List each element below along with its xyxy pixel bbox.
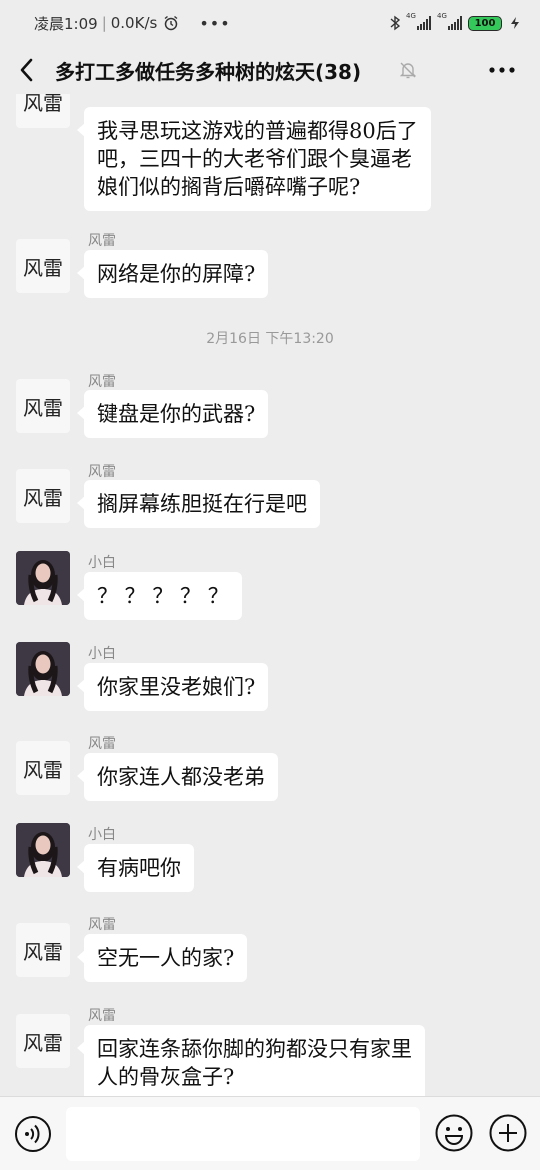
message-text-line: 搁屏幕练胆挺在行是吧 bbox=[97, 492, 307, 516]
sender-name: 风雷 bbox=[88, 464, 116, 480]
message-bubble[interactable]: 空无一人的家? bbox=[76, 934, 248, 982]
network-speed: 0.0K/s bbox=[110, 14, 158, 32]
input-bar bbox=[0, 1096, 540, 1170]
svg-text:风雷: 风雷 bbox=[23, 256, 63, 280]
sim2-label: 4G bbox=[437, 12, 447, 20]
charging-icon bbox=[511, 17, 519, 29]
sender-name: 小白 bbox=[88, 646, 116, 662]
status-time: 凌晨1:09 bbox=[34, 14, 98, 33]
timestamp: 2月16日 下午13:20 bbox=[206, 331, 334, 347]
sender-name: 风雷 bbox=[88, 233, 116, 249]
status-bar: 凌晨1:09 | 0.0K/s ••• 4G 4G 100 bbox=[0, 0, 540, 46]
svg-text:风雷: 风雷 bbox=[23, 396, 63, 420]
svg-text:风雷: 风雷 bbox=[23, 486, 63, 510]
message-input[interactable] bbox=[66, 1107, 420, 1161]
message-text-line: 你家里没老娘们? bbox=[97, 675, 256, 699]
signal-icon: 4G bbox=[437, 12, 462, 30]
sender-name: 风雷 bbox=[88, 917, 116, 933]
message-bubble[interactable]: 你家里没老娘们? bbox=[76, 663, 269, 711]
plus-icon[interactable] bbox=[488, 1113, 528, 1153]
emoji-icon[interactable] bbox=[434, 1113, 474, 1153]
message-text-line: 回家连条舔你脚的狗都没只有家里 bbox=[97, 1037, 412, 1061]
sender-name: 风雷 bbox=[88, 1008, 116, 1024]
message-bubble[interactable]: 网络是你的屏障? bbox=[76, 250, 269, 298]
xiaobai-photo-avatar[interactable] bbox=[16, 642, 70, 696]
fenglei-calligraphy-avatar[interactable]: 风雷 bbox=[16, 1014, 70, 1068]
mute-bell-icon bbox=[399, 62, 417, 79]
sim1-label: 4G bbox=[406, 12, 416, 20]
svg-text:风雷: 风雷 bbox=[23, 94, 63, 115]
message-text-line: 我寻思玩这游戏的普遍都得80后了 bbox=[97, 119, 418, 143]
alarm-clock-icon bbox=[164, 15, 178, 31]
message-text-line: 吧，三四十的大老爷们跟个臭逼老 bbox=[97, 147, 412, 171]
sender-name: 风雷 bbox=[88, 736, 116, 752]
fenglei-calligraphy-avatar[interactable]: 风雷 bbox=[16, 379, 70, 433]
sender-name: 小白 bbox=[88, 555, 116, 571]
message-bubble[interactable]: 有病吧你 bbox=[77, 844, 194, 892]
chat-message-list[interactable]: 风雷 我寻思玩这游戏的普遍都得80后了 吧，三四十的大老爷们跟个臭逼老 娘们似的… bbox=[0, 94, 540, 1096]
message-bubble[interactable]: 键盘是你的武器? bbox=[76, 390, 269, 438]
message-text-line: ？ ？ ？ ？ ？ bbox=[97, 584, 229, 608]
message-text-line: 网络是你的屏障? bbox=[97, 262, 256, 286]
fenglei-calligraphy-avatar[interactable]: 风雷 bbox=[16, 923, 70, 977]
svg-text:风雷: 风雷 bbox=[23, 940, 63, 964]
message-bubble[interactable]: 我寻思玩这游戏的普遍都得80后了 吧，三四十的大老爷们跟个臭逼老 娘们似的搁背后… bbox=[77, 107, 431, 211]
message-bubble[interactable]: 你家连人都没老弟 bbox=[77, 753, 278, 801]
message-bubble[interactable]: ？ ？ ？ ？ ？ bbox=[77, 572, 242, 620]
message-text-line: 人的骨灰盒子? bbox=[97, 1065, 235, 1089]
message-text-line: 键盘是你的武器? bbox=[97, 402, 256, 426]
bluetooth-icon bbox=[390, 15, 400, 31]
chat-screen: 凌晨1:09 | 0.0K/s ••• 4G 4G 100 多打工多做任务多种树… bbox=[0, 0, 540, 1170]
more-icon[interactable] bbox=[488, 62, 516, 78]
svg-text:风雷: 风雷 bbox=[23, 758, 63, 782]
message-text-line: 空无一人的家? bbox=[97, 946, 235, 970]
back-icon[interactable] bbox=[16, 56, 38, 84]
battery-icon: 100 bbox=[468, 15, 502, 31]
fenglei-calligraphy-avatar[interactable]: 风雷 bbox=[16, 239, 70, 293]
xiaobai-photo-avatar[interactable] bbox=[16, 551, 70, 605]
chat-title[interactable]: 多打工多做任务多种树的炫天(38) bbox=[55, 56, 361, 85]
message-text-line: 你家连人都没老弟 bbox=[97, 765, 265, 789]
message-bubble[interactable]: 搁屏幕练胆挺在行是吧 bbox=[77, 480, 320, 528]
battery-level: 100 bbox=[474, 17, 496, 29]
message-bubble[interactable]: 回家连条舔你脚的狗都没只有家里 人的骨灰盒子? bbox=[77, 1025, 425, 1096]
fenglei-calligraphy-avatar[interactable]: 风雷 bbox=[16, 94, 70, 128]
fenglei-calligraphy-avatar[interactable]: 风雷 bbox=[16, 469, 70, 523]
signal-icon: 4G bbox=[406, 12, 431, 30]
xiaobai-photo-avatar[interactable] bbox=[16, 823, 70, 877]
status-separator: | bbox=[101, 14, 107, 32]
chat-header: 多打工多做任务多种树的炫天(38) bbox=[0, 46, 540, 94]
voice-icon[interactable] bbox=[14, 1115, 52, 1153]
sender-name: 小白 bbox=[88, 827, 116, 843]
more-dots-icon: ••• bbox=[199, 13, 231, 33]
message-text-line: 娘们似的搁背后嚼碎嘴子呢? bbox=[97, 175, 361, 199]
fenglei-calligraphy-avatar[interactable]: 风雷 bbox=[16, 741, 70, 795]
sender-name: 风雷 bbox=[88, 374, 116, 390]
message-text-line: 有病吧你 bbox=[97, 856, 181, 880]
svg-text:风雷: 风雷 bbox=[23, 1031, 63, 1055]
